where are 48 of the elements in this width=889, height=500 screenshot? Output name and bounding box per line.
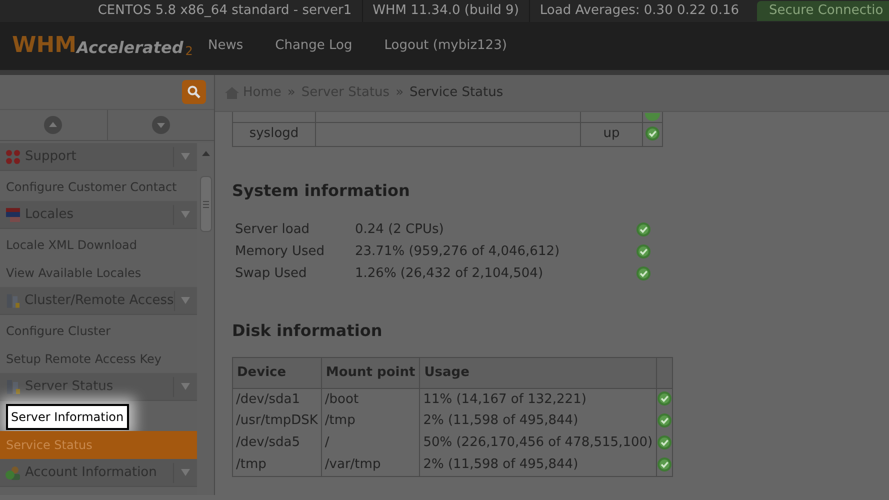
top-bar-info: CENTOS 5.8 x86_64 standard - server1: [96, 2, 353, 20]
search-button[interactable]: [182, 80, 206, 104]
caret-icon: [181, 469, 190, 476]
sidebar-link[interactable]: Server Information: [6, 404, 129, 430]
scroll-up-button[interactable]: [44, 116, 62, 134]
breadcrumb-current: Service Status: [410, 84, 504, 102]
table-cell: /dev/sda1: [232, 388, 322, 410]
info-value: 0.24 (2 CPUs): [355, 220, 445, 239]
column-header: Mount point: [321, 357, 420, 388]
scrollbar-thumb[interactable]: [200, 176, 212, 232]
caret-icon: [181, 297, 190, 304]
table-cell: 50% (226,170,456 of 478,515,100): [420, 432, 656, 454]
table-cell: up: [580, 122, 642, 146]
breadcrumb-separator: »: [394, 84, 405, 102]
table-cell: /var/tmp: [321, 454, 420, 476]
caret-icon: [181, 153, 190, 160]
server-icon: [5, 378, 21, 394]
table-cell: 2% (11,598 of 495,844): [420, 410, 656, 432]
secure-connection-badge: Secure Connectio: [757, 1, 889, 21]
flag-icon: [5, 206, 21, 222]
table-cell: 2% (11,598 of 495,844): [420, 454, 656, 476]
table-cell: /dev/sda5: [232, 432, 322, 454]
column-header: Usage: [420, 357, 656, 388]
table-cell: /tmp: [232, 454, 322, 476]
nav-link[interactable]: Logout (mybiz123): [384, 36, 507, 56]
nav-link[interactable]: Change Log: [275, 36, 352, 56]
info-value: 1.26% (26,432 of 2,104,504): [355, 264, 544, 283]
section-heading: Disk information: [232, 320, 384, 342]
info-label: Server load: [235, 220, 311, 239]
server-icon: [5, 292, 20, 308]
info-label: Memory Used: [235, 242, 326, 261]
table-cell: /boot: [321, 388, 420, 410]
caret-icon: [181, 211, 190, 218]
caret-icon: [181, 383, 190, 390]
scroll-down-button[interactable]: [152, 116, 170, 134]
table-cell: /usr/tmpDSK: [232, 410, 322, 432]
table-cell: 11% (14,167 of 132,221): [420, 388, 656, 410]
section-heading: System information: [232, 180, 411, 202]
search-icon: [187, 85, 201, 99]
info-value: 23.71% (959,276 of 4,046,612): [355, 242, 561, 261]
column-header: Device: [232, 357, 322, 388]
table-cell: syslogd: [232, 122, 316, 146]
info-label: Swap Used: [235, 264, 308, 283]
table-cell: /tmp: [321, 410, 420, 432]
breadcrumb-separator: »: [286, 84, 296, 102]
table-cell: /: [321, 432, 420, 454]
scroll-up-arrow-icon[interactable]: [202, 151, 210, 156]
nav-link[interactable]: News: [208, 36, 244, 56]
